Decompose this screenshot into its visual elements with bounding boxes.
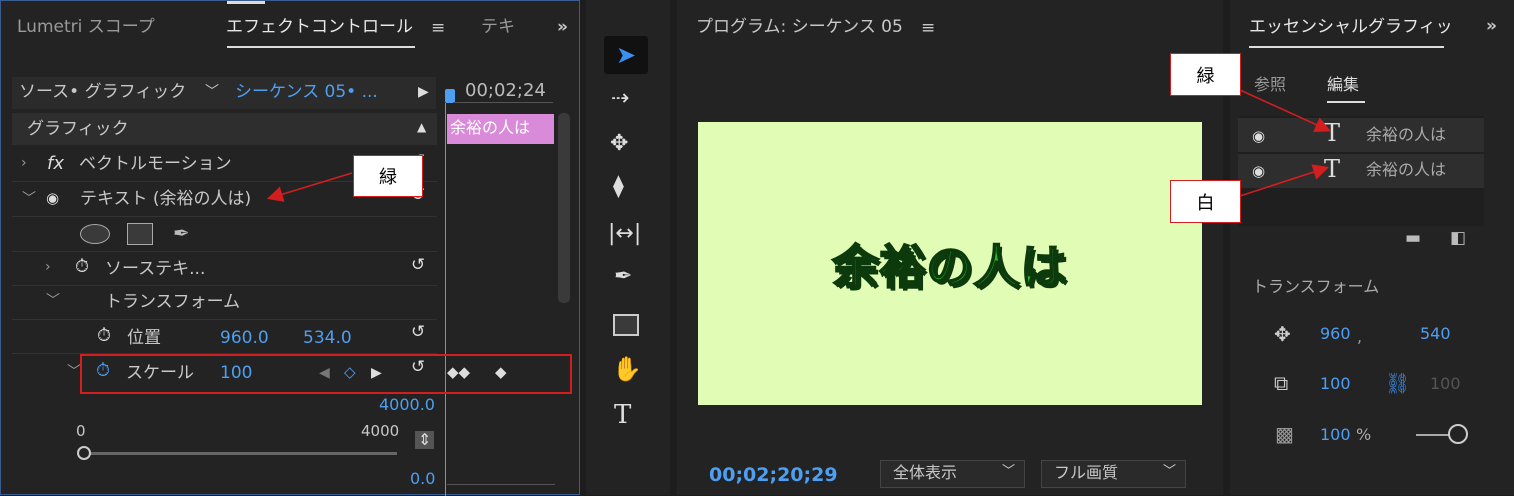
arrow-to-layer-1 xyxy=(1239,89,1331,132)
callout-green-right: 緑 xyxy=(1170,53,1241,96)
arrow-to-text-layer xyxy=(266,172,353,202)
arrow-to-layer-2 xyxy=(1239,164,1330,197)
callout-green-left: 緑 xyxy=(353,155,423,197)
callout-white-right: 白 xyxy=(1170,180,1241,223)
annotation-arrows xyxy=(266,89,1331,202)
